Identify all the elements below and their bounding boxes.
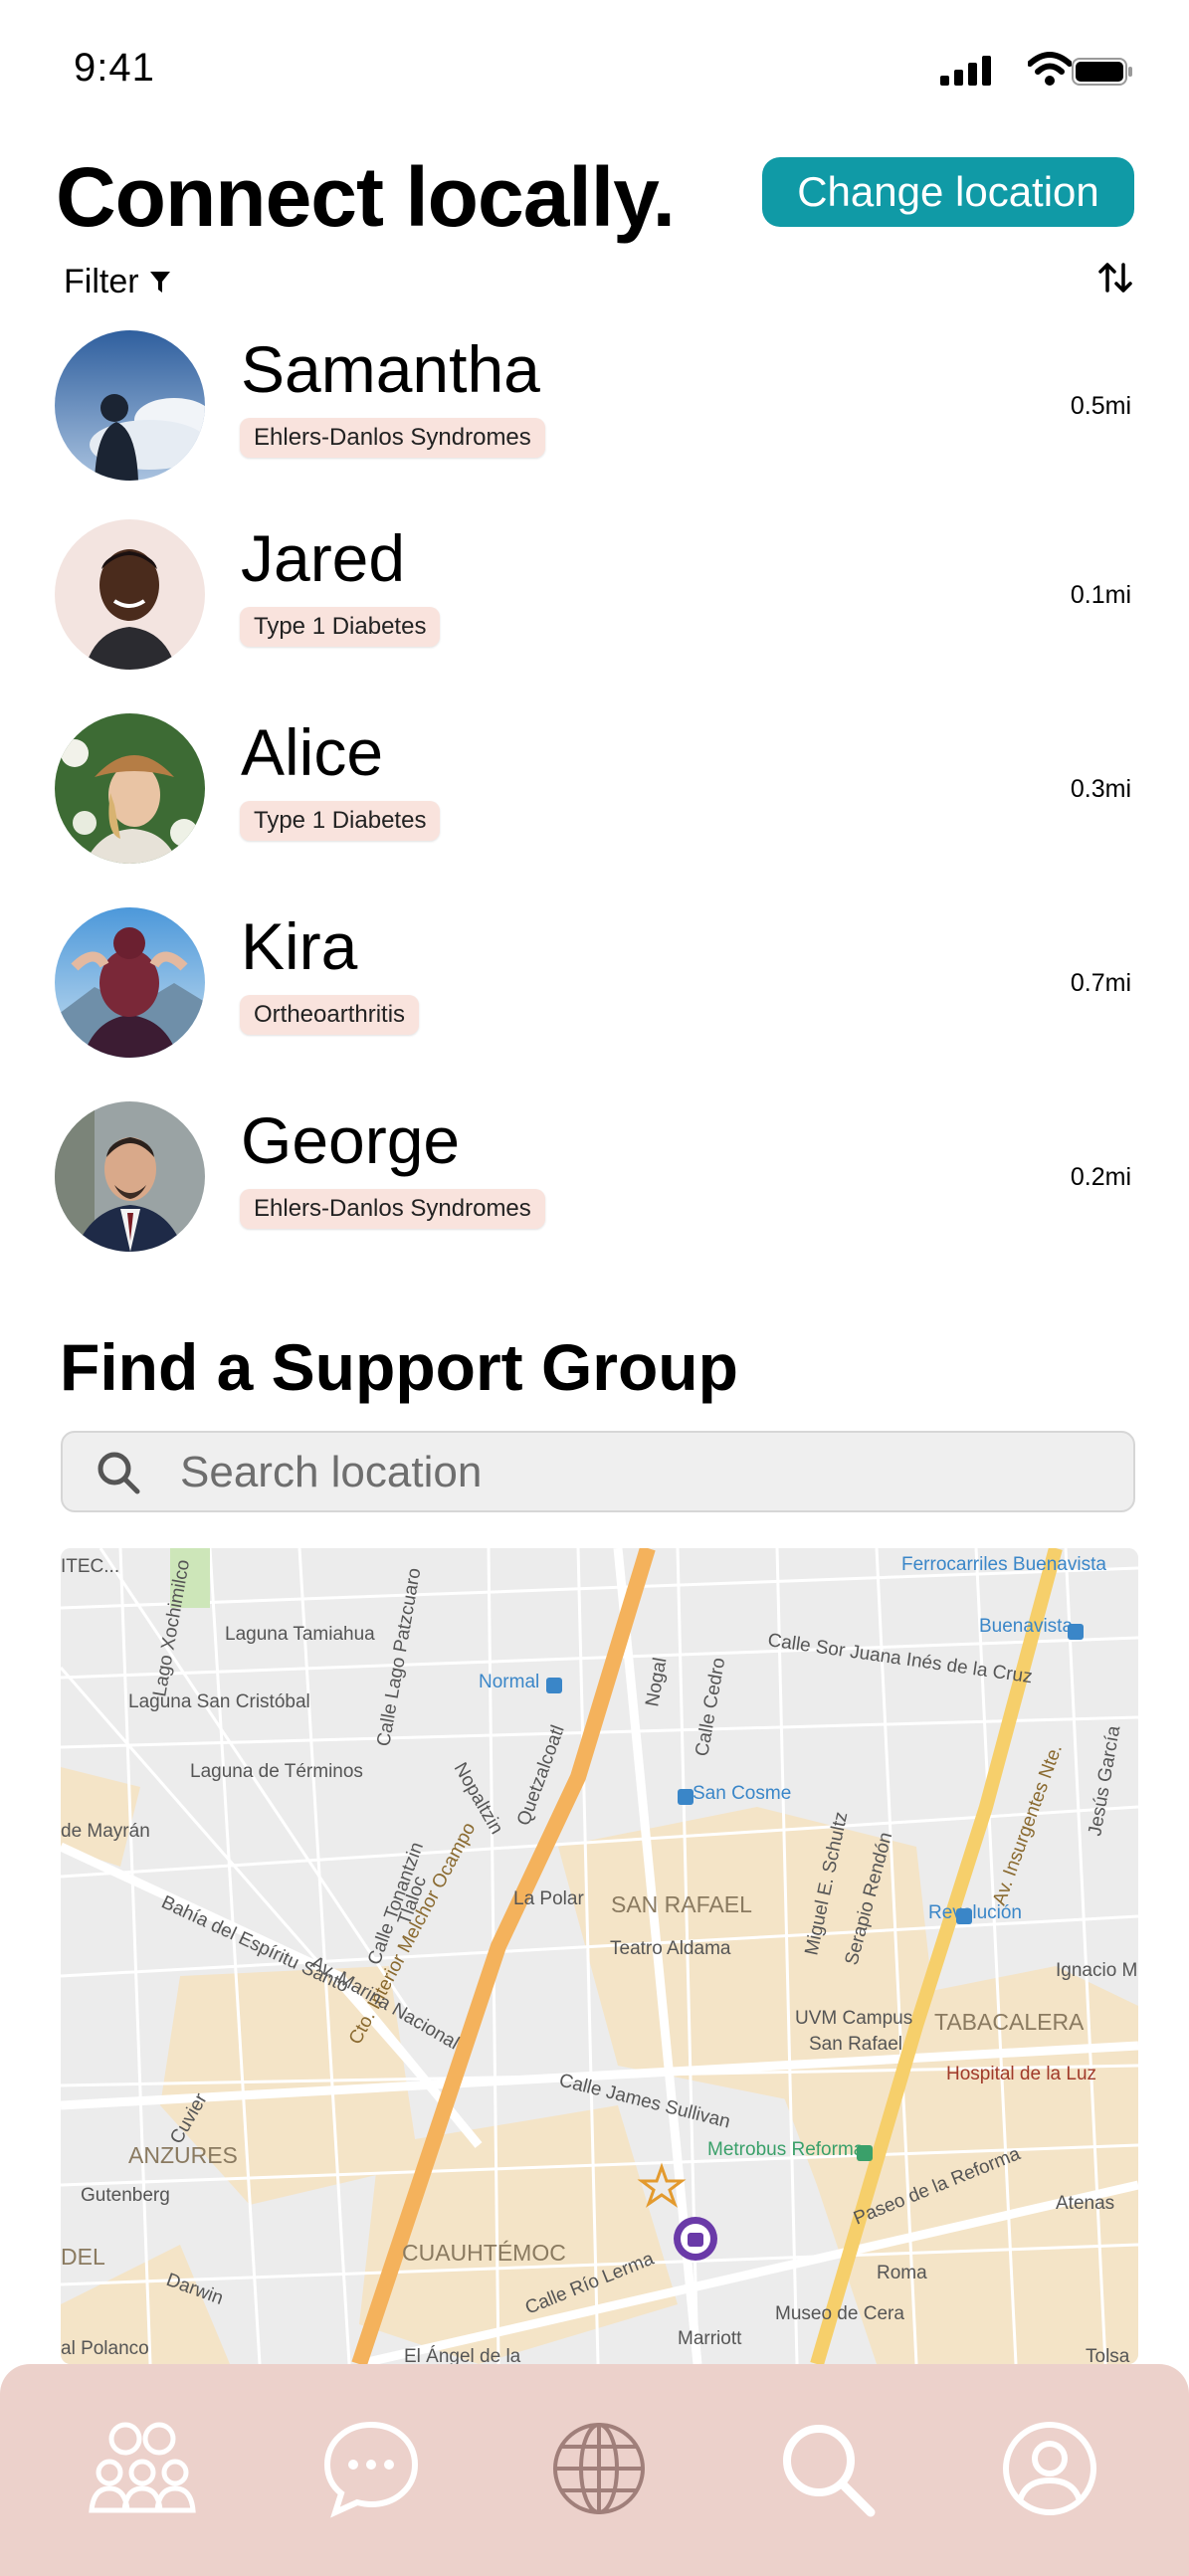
- map-label: DEL: [61, 2244, 105, 2270]
- metrobus-icon: [857, 2145, 873, 2161]
- map-label: Ferrocarriles Buenavista: [901, 1554, 1106, 1575]
- search-icon: [783, 2425, 876, 2517]
- person-row[interactable]: Samantha Ehlers-Danlos Syndromes 0.5mi: [0, 328, 1189, 488]
- person-row[interactable]: George Ehlers-Danlos Syndromes 0.2mi: [0, 1099, 1189, 1259]
- map-label: Laguna de Términos: [190, 1761, 363, 1782]
- map-label: al Polanco: [61, 2338, 149, 2359]
- map-label: Roma: [877, 2263, 927, 2283]
- metro-icon: [546, 1678, 562, 1693]
- status-time: 9:41: [74, 46, 155, 90]
- nav-globe[interactable]: [544, 2414, 654, 2523]
- avatar: [55, 330, 205, 481]
- nav-profile[interactable]: [995, 2414, 1104, 2523]
- search-icon: [98, 1452, 140, 1494]
- map-label: CUAUHTÉMOC: [402, 2240, 566, 2266]
- sort-icon[interactable]: [1097, 261, 1133, 295]
- map-label: Hospital de la Luz: [946, 2064, 1096, 2084]
- person-name: Kira: [241, 909, 358, 983]
- chat-bubble-icon: [323, 2421, 419, 2518]
- map-label: Normal: [479, 1672, 539, 1692]
- map-label: SAN RAFAEL: [611, 1891, 752, 1917]
- profile-icon: [1003, 2422, 1096, 2515]
- community-icon: [89, 2422, 196, 2513]
- page-title: Connect locally.: [56, 150, 676, 244]
- person-distance: 0.2mi: [1070, 1163, 1131, 1191]
- person-row[interactable]: Kira Ortheoarthritis 0.7mi: [0, 905, 1189, 1065]
- map-label: Laguna Tamiahua: [225, 1624, 375, 1645]
- metro-icon: [678, 1789, 694, 1805]
- person-name: Samantha: [241, 332, 540, 406]
- avatar: [55, 519, 205, 670]
- person-row[interactable]: Jared Type 1 Diabetes 0.1mi: [0, 517, 1189, 677]
- avatar: [55, 713, 205, 864]
- filter-label: Filter: [64, 263, 139, 300]
- condition-tag: Type 1 Diabetes: [240, 801, 441, 841]
- map-label: La Polar: [513, 1888, 584, 1909]
- person-distance: 0.3mi: [1070, 775, 1131, 803]
- person-distance: 0.7mi: [1070, 969, 1131, 997]
- person-distance: 0.1mi: [1070, 581, 1131, 609]
- avatar: [55, 1101, 205, 1252]
- metro-icon: [956, 1908, 972, 1924]
- globe-icon: [553, 2423, 645, 2514]
- map-label: Tolsa: [1086, 2346, 1130, 2364]
- change-location-button[interactable]: Change location: [762, 157, 1134, 227]
- map-label: Metrobus Reforma: [707, 2139, 865, 2160]
- map-label: Gutenberg: [81, 2185, 170, 2206]
- map-pin[interactable]: [674, 2217, 717, 2261]
- wifi-icon: [1028, 52, 1072, 86]
- avatar: [55, 907, 205, 1058]
- map-label: TABACALERA: [934, 2009, 1085, 2035]
- map-label: San Cosme: [693, 1783, 791, 1804]
- cellular-signal-icon: [940, 56, 991, 86]
- map-label: San Rafael: [809, 2034, 902, 2055]
- map-label: Marriott: [678, 2328, 742, 2349]
- search-bar: [61, 1431, 1135, 1512]
- battery-icon: [1072, 58, 1132, 86]
- person-name: George: [241, 1103, 461, 1177]
- map-label: El Ángel de la: [404, 2346, 521, 2364]
- condition-tag: Ortheoarthritis: [240, 995, 420, 1035]
- map-label: Ignacio Ma: [1056, 1960, 1138, 1981]
- funnel-icon: [149, 271, 170, 293]
- condition-tag: Type 1 Diabetes: [240, 607, 441, 647]
- map-label: UVM Campus: [795, 2008, 912, 2029]
- map-label: Buenavista: [979, 1616, 1073, 1637]
- nav-messages[interactable]: [316, 2414, 426, 2523]
- person-name: Alice: [241, 715, 384, 789]
- person-name: Jared: [241, 521, 406, 595]
- condition-tag: Ehlers-Danlos Syndromes: [240, 1189, 545, 1229]
- bottom-nav: [0, 2364, 1189, 2576]
- condition-tag: Ehlers-Danlos Syndromes: [240, 418, 545, 458]
- support-group-map[interactable]: Laguna Tamiahua Laguna San Cristóbal Lag…: [61, 1548, 1138, 2364]
- map-label: Museo de Cera: [775, 2303, 904, 2324]
- map-label: Teatro Aldama: [610, 1938, 731, 1959]
- map-label: ITEC...: [61, 1556, 119, 1577]
- filter-button[interactable]: Filter: [64, 263, 171, 301]
- map-label: de Mayrán: [61, 1821, 150, 1842]
- status-bar: 9:41: [0, 0, 1189, 139]
- metro-icon: [1068, 1624, 1084, 1640]
- person-row[interactable]: Alice Type 1 Diabetes 0.3mi: [0, 711, 1189, 871]
- map-label: Atenas: [1056, 2193, 1114, 2214]
- nav-community[interactable]: [88, 2414, 197, 2523]
- search-location-input[interactable]: [178, 1441, 1078, 1504]
- nav-search[interactable]: [772, 2414, 882, 2523]
- person-distance: 0.5mi: [1070, 392, 1131, 420]
- section-title: Find a Support Group: [60, 1330, 738, 1404]
